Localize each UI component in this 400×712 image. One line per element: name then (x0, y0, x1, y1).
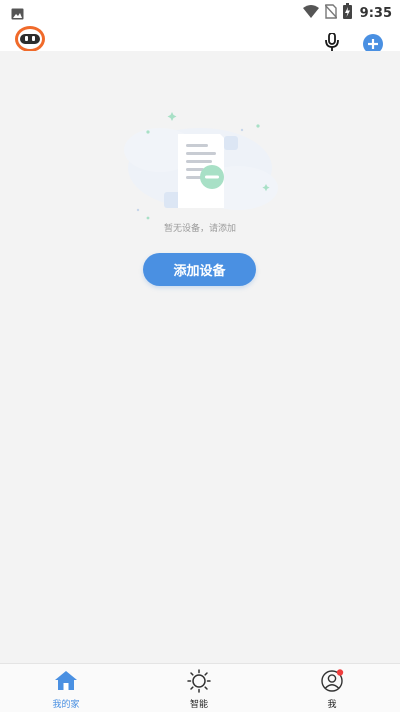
plus-circle-icon[interactable] (362, 33, 384, 51)
notification-badge (336, 669, 344, 676)
tab-my-home[interactable]: 我的家 (16, 664, 116, 712)
no-sim-icon (324, 3, 338, 23)
status-time: 9:35 (359, 5, 392, 21)
user-icon (320, 669, 344, 693)
status-bar: 9:35 (0, 0, 400, 24)
sun-icon (187, 669, 211, 693)
image-notification-icon (11, 5, 24, 24)
tab-label: 我 (327, 700, 337, 710)
battery-charging-icon (342, 3, 352, 23)
robot-avatar-icon[interactable] (13, 24, 47, 52)
wifi-icon (302, 4, 319, 23)
empty-document-illustration (120, 110, 280, 220)
bottom-tab-bar: 我的家 智能 我 (0, 663, 400, 712)
tab-label: 智能 (189, 700, 208, 710)
microphone-icon[interactable] (322, 32, 342, 51)
tab-smart[interactable]: 智能 (149, 664, 249, 712)
home-icon (54, 669, 78, 693)
add-device-button[interactable]: 添加设备 (143, 253, 256, 286)
empty-state-message: 暂无设备，请添加 (163, 224, 236, 234)
tab-label: 我的家 (52, 700, 80, 710)
tab-me[interactable]: 我 (282, 664, 382, 712)
top-bar (0, 24, 400, 52)
